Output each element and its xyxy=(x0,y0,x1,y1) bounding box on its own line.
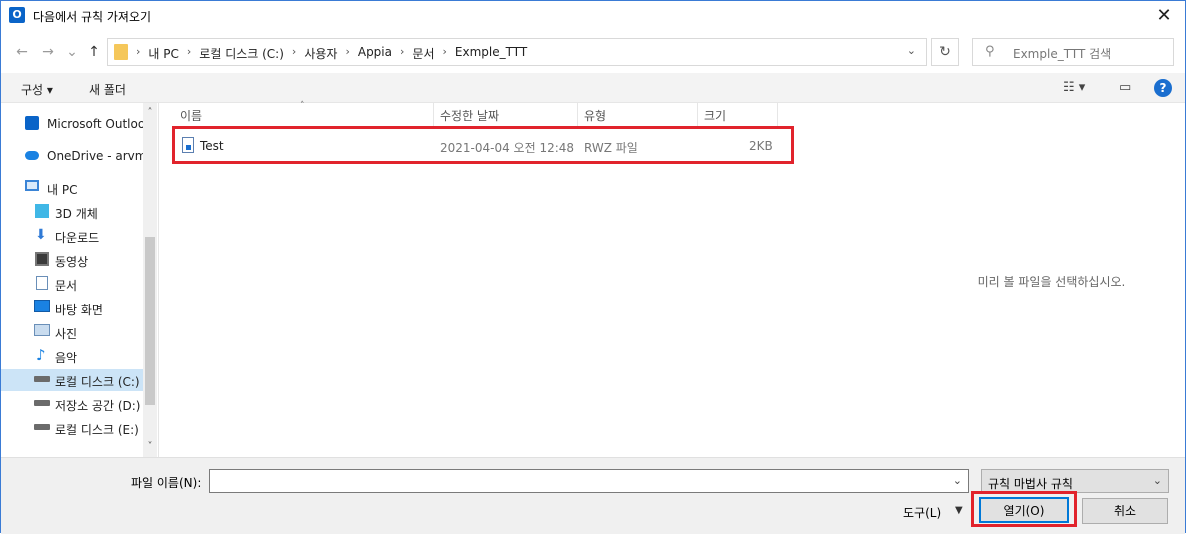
address-bar[interactable]: › 내 PC › 로컬 디스크 (C:) › 사용자 › Appia › 문서 … xyxy=(107,38,927,66)
up-arrow-icon[interactable]: ↑ xyxy=(85,43,103,61)
nav-item-label: 3D 개체 xyxy=(55,207,98,221)
breadcrumb-chevron-icon[interactable]: › xyxy=(343,45,351,62)
cloud-icon xyxy=(25,151,39,160)
forward-arrow-icon[interactable]: → xyxy=(39,43,57,61)
nav-item-videos[interactable]: 동영상 xyxy=(1,249,143,271)
bottom-panel: 파일 이름(N): ⌄ 규칙 마법사 규칙 ⌄ 도구(L) ▼ 열기(O) 취소 xyxy=(1,457,1185,534)
refresh-icon[interactable]: ↻ xyxy=(931,38,959,66)
breadcrumb: › 내 PC › 로컬 디스크 (C:) › 사용자 › Appia › 문서 … xyxy=(134,45,533,62)
breadcrumb-item[interactable]: Exmple_TTT xyxy=(449,45,533,62)
folder-icon xyxy=(114,44,128,60)
filename-label: 파일 이름(N): xyxy=(131,476,202,490)
nav-scrollbar-thumb[interactable] xyxy=(145,237,155,405)
nav-item-label: 다운로드 xyxy=(55,231,100,245)
nav-item-label: 음악 xyxy=(55,351,78,365)
outlook-icon xyxy=(25,116,39,130)
organize-button[interactable]: 구성 ▾ xyxy=(21,81,53,98)
breadcrumb-item[interactable]: Appia xyxy=(352,45,398,62)
highlight-box xyxy=(172,126,794,164)
file-list: ˄ 이름 수정한 날짜 유형 크기 Test 2021-04-04 오전 12:… xyxy=(160,101,917,457)
column-header-name[interactable]: 이름 xyxy=(174,103,434,127)
nav-item-documents[interactable]: 문서 xyxy=(1,273,143,295)
nav-item-downloads[interactable]: ⬇ 다운로드 xyxy=(1,225,143,247)
drive-icon xyxy=(34,424,50,430)
cancel-button[interactable]: 취소 xyxy=(1082,498,1168,524)
music-icon: ♪ xyxy=(36,346,46,364)
download-icon: ⬇ xyxy=(35,227,47,243)
outlook-icon: O xyxy=(9,7,25,23)
filetype-value: 규칙 마법사 규칙 xyxy=(988,477,1073,491)
breadcrumb-item[interactable]: 내 PC xyxy=(142,45,184,62)
nav-item-label: 사진 xyxy=(55,327,78,341)
3d-objects-icon xyxy=(35,204,49,218)
filename-input[interactable]: ⌄ xyxy=(209,469,969,493)
nav-item-label: 저장소 공간 (D:) xyxy=(55,399,141,413)
breadcrumb-chevron-icon[interactable]: › xyxy=(290,45,298,62)
nav-item-desktop[interactable]: 바탕 화면 xyxy=(1,297,143,319)
tools-button[interactable]: 도구(L) xyxy=(903,504,941,521)
nav-item-label: 바탕 화면 xyxy=(55,303,103,317)
navigation-pane: Microsoft Outlook OneDrive - arvmc 내 PC … xyxy=(1,103,159,457)
nav-item-label: OneDrive - arvmc xyxy=(47,149,143,163)
tools-dropdown-icon[interactable]: ▼ xyxy=(955,505,963,516)
chevron-down-icon[interactable]: ⌄ xyxy=(907,44,916,57)
nav-item-label: 로컬 디스크 (E:) xyxy=(55,423,139,437)
column-header-type[interactable]: 유형 xyxy=(578,103,698,127)
help-icon[interactable]: ? xyxy=(1154,79,1172,97)
search-placeholder: Exmple_TTT 검색 xyxy=(1013,47,1112,61)
nav-item-drive-c[interactable]: 로컬 디스크 (C:) xyxy=(1,369,143,391)
drive-icon xyxy=(34,400,50,406)
nav-item-label: 문서 xyxy=(55,279,78,293)
search-input[interactable]: ⚲ Exmple_TTT 검색 xyxy=(972,38,1174,66)
nav-item-pictures[interactable]: 사진 xyxy=(1,321,143,343)
nav-item-3d-objects[interactable]: 3D 개체 xyxy=(1,201,143,223)
nav-item-label: 로컬 디스크 (C:) xyxy=(55,375,140,389)
command-bar: 구성 ▾ 새 폴더 ☷ ▾ ▭ ? xyxy=(1,73,1185,103)
desktop-icon xyxy=(34,300,50,312)
open-button[interactable]: 열기(O) xyxy=(979,497,1069,523)
chevron-down-icon[interactable]: ⌄ xyxy=(953,474,962,487)
video-icon xyxy=(35,252,49,266)
breadcrumb-chevron-icon[interactable]: › xyxy=(441,45,449,62)
filetype-select[interactable]: 규칙 마법사 규칙 ⌄ xyxy=(981,469,1169,493)
breadcrumb-chevron-icon[interactable]: › xyxy=(185,45,193,62)
drive-icon xyxy=(34,376,50,382)
recent-locations-chevron-icon[interactable]: ⌄ xyxy=(63,43,81,61)
nav-item-this-pc[interactable]: 내 PC xyxy=(1,177,143,199)
nav-item-label: Microsoft Outlook xyxy=(47,117,143,131)
scroll-up-icon[interactable]: ˄ xyxy=(145,107,155,118)
view-options-icon[interactable]: ☷ ▾ xyxy=(1063,80,1085,95)
pictures-icon xyxy=(34,324,50,336)
chevron-down-icon: ⌄ xyxy=(1152,474,1162,487)
computer-icon xyxy=(25,180,39,191)
search-icon: ⚲ xyxy=(985,44,995,59)
document-icon xyxy=(36,276,48,290)
nav-item-label: 동영상 xyxy=(55,255,89,269)
file-open-dialog: O 다음에서 규칙 가져오기 ✕ ← → ⌄ ↑ › 내 PC › 로컬 디스크… xyxy=(0,0,1186,534)
preview-pane: 미리 볼 파일을 선택하십시오. xyxy=(918,103,1185,457)
breadcrumb-item[interactable]: 문서 xyxy=(406,45,440,62)
new-folder-button[interactable]: 새 폴더 xyxy=(89,81,126,98)
preview-pane-icon[interactable]: ▭ xyxy=(1119,80,1131,95)
column-header-date[interactable]: 수정한 날짜 xyxy=(434,103,578,127)
back-arrow-icon[interactable]: ← xyxy=(13,43,31,61)
nav-item-drive-d[interactable]: 저장소 공간 (D:) xyxy=(1,393,143,415)
nav-item-outlook[interactable]: Microsoft Outlook xyxy=(1,113,143,135)
breadcrumb-chevron-icon[interactable]: › xyxy=(398,45,406,62)
title-bar: O 다음에서 규칙 가져오기 ✕ xyxy=(1,1,1185,31)
nav-item-drive-e[interactable]: 로컬 디스크 (E:) xyxy=(1,417,143,439)
nav-item-onedrive[interactable]: OneDrive - arvmc xyxy=(1,145,143,167)
nav-item-label: 내 PC xyxy=(47,183,78,197)
scroll-down-icon[interactable]: ˅ xyxy=(145,441,155,452)
close-icon[interactable]: ✕ xyxy=(1151,3,1177,29)
window-title: 다음에서 규칙 가져오기 xyxy=(33,10,152,24)
column-header-size[interactable]: 크기 xyxy=(698,103,778,127)
nav-item-music[interactable]: ♪ 음악 xyxy=(1,345,143,367)
breadcrumb-item[interactable]: 사용자 xyxy=(298,45,343,62)
preview-message: 미리 볼 파일을 선택하십시오. xyxy=(977,275,1126,289)
breadcrumb-item[interactable]: 로컬 디스크 (C:) xyxy=(193,45,290,62)
breadcrumb-chevron-icon[interactable]: › xyxy=(134,45,142,62)
